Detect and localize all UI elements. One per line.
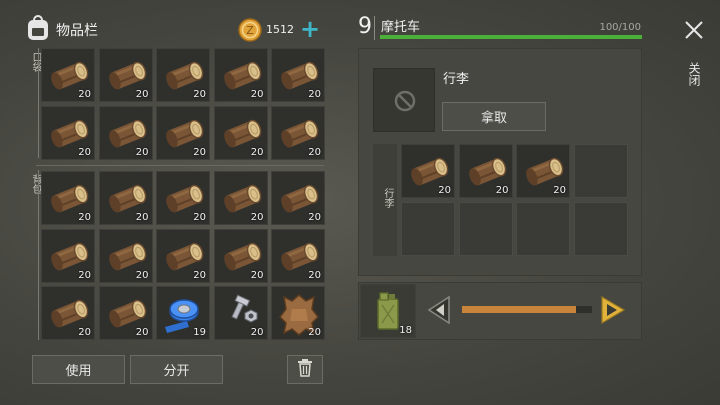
close-label: 关闭 (687, 62, 701, 86)
item-count: 20 (135, 212, 149, 223)
inventory-title: 物品栏 (56, 23, 98, 39)
fuel-decrease-button[interactable] (427, 295, 453, 325)
vehicle-name: 摩托车 (381, 20, 421, 35)
backpack-slot[interactable]: 20 (41, 228, 95, 283)
item-count: 20 (135, 269, 149, 281)
trash-button[interactable] (287, 355, 323, 384)
item-count: 20 (78, 269, 91, 281)
item-count: 20 (78, 89, 91, 100)
jerrycan-icon (375, 291, 401, 335)
pocket-slot[interactable]: 20 (213, 105, 268, 160)
backpack-slot[interactable]: 20 (213, 286, 268, 340)
fuel-count: 18 (399, 325, 412, 336)
pocket-slot[interactable]: 20 (156, 48, 210, 102)
pocket-slot[interactable]: 20 (156, 105, 210, 160)
luggage-slot[interactable] (458, 201, 513, 256)
backpack-slot[interactable]: 19 (156, 286, 210, 340)
backpack-slot[interactable]: 20 (271, 228, 325, 283)
backpack-icon (26, 14, 50, 42)
item-count: 20 (193, 89, 206, 100)
luggage-slot[interactable] (516, 201, 570, 256)
pocket-slot[interactable]: 20 (271, 48, 325, 102)
pocket-slot[interactable]: 20 (98, 105, 153, 160)
backpack-slot[interactable]: 20 (213, 171, 268, 225)
luggage-slot[interactable] (573, 201, 628, 256)
item-count: 20 (78, 146, 91, 158)
luggage-side-label: 行李 (382, 188, 393, 208)
backpack-slot[interactable]: 20 (98, 286, 153, 340)
backpack-slot[interactable]: 20 (41, 171, 95, 225)
backpack-slot[interactable]: 20 (156, 228, 210, 283)
luggage-slot[interactable] (573, 144, 628, 198)
item-count: 20 (495, 185, 509, 196)
item-count: 20 (250, 269, 264, 281)
pocket-divider (38, 48, 39, 158)
luggage-slot[interactable]: 20 (401, 144, 455, 198)
backpack-slot[interactable]: 20 (271, 171, 325, 225)
item-count: 20 (135, 146, 149, 158)
pocket-slot[interactable]: 20 (98, 48, 153, 102)
item-count: 20 (308, 89, 321, 100)
fuel-slider-track[interactable] (462, 306, 592, 313)
close-icon (684, 20, 704, 44)
arrow-right-icon (598, 295, 626, 329)
pocket-slot[interactable]: 20 (271, 105, 325, 160)
take-button[interactable]: 拿取 (442, 102, 546, 131)
item-count: 20 (308, 146, 321, 158)
durability-bar-track (380, 35, 642, 39)
item-count: 20 (193, 146, 206, 158)
section-divider (36, 165, 324, 166)
backpack-divider (38, 170, 39, 340)
item-count: 20 (250, 146, 264, 158)
trash-icon (297, 358, 313, 381)
vehicle-header-divider (374, 16, 375, 40)
backpack-slot[interactable]: 20 (41, 286, 95, 340)
item-count: 20 (553, 185, 566, 196)
item-count: 20 (308, 327, 321, 338)
item-count: 20 (135, 89, 149, 100)
durability-bar-fill (380, 35, 642, 39)
item-count: 20 (250, 327, 264, 338)
fuel-slot[interactable]: 18 (360, 284, 416, 338)
arrow-left-icon (427, 295, 453, 329)
backpack-slot[interactable]: 20 (98, 171, 153, 225)
pocket-slot[interactable]: 20 (213, 48, 268, 102)
vehicle-level: 9 (358, 14, 372, 39)
pocket-slot[interactable]: 20 (41, 48, 95, 102)
prohibited-icon (394, 90, 416, 116)
item-count: 19 (193, 327, 206, 338)
item-count: 20 (78, 212, 91, 223)
item-count: 20 (78, 327, 91, 338)
coin-icon: Z (238, 18, 262, 42)
item-count: 20 (250, 212, 264, 223)
item-count: 20 (193, 212, 206, 223)
backpack-slot[interactable]: 20 (213, 228, 268, 283)
luggage-title: 行李 (443, 72, 470, 87)
fuel-slider-fill (462, 306, 577, 313)
durability-text: 100/100 (599, 22, 641, 33)
item-count: 20 (308, 269, 321, 281)
backpack-slot[interactable]: 20 (98, 228, 153, 283)
item-count: 20 (438, 185, 451, 196)
luggage-slot[interactable] (401, 201, 455, 256)
backpack-slot[interactable]: 20 (271, 286, 325, 340)
luggage-slot[interactable]: 20 (458, 144, 513, 198)
split-button[interactable]: 分开 (130, 355, 223, 384)
item-count: 20 (308, 212, 321, 223)
add-coins-button[interactable]: + (300, 15, 320, 43)
luggage-slot[interactable]: 20 (516, 144, 570, 198)
item-count: 20 (135, 327, 149, 338)
item-count: 20 (193, 269, 206, 281)
coin-count: 1512 (266, 23, 294, 36)
svg-text:Z: Z (246, 24, 254, 37)
close-button[interactable]: 关闭 (680, 18, 708, 90)
fuel-increase-button[interactable] (598, 295, 626, 325)
pocket-slot[interactable]: 20 (41, 105, 95, 160)
use-button[interactable]: 使用 (32, 355, 125, 384)
luggage-preview-slot (373, 68, 435, 132)
item-count: 20 (250, 89, 264, 100)
backpack-slot[interactable]: 20 (156, 171, 210, 225)
